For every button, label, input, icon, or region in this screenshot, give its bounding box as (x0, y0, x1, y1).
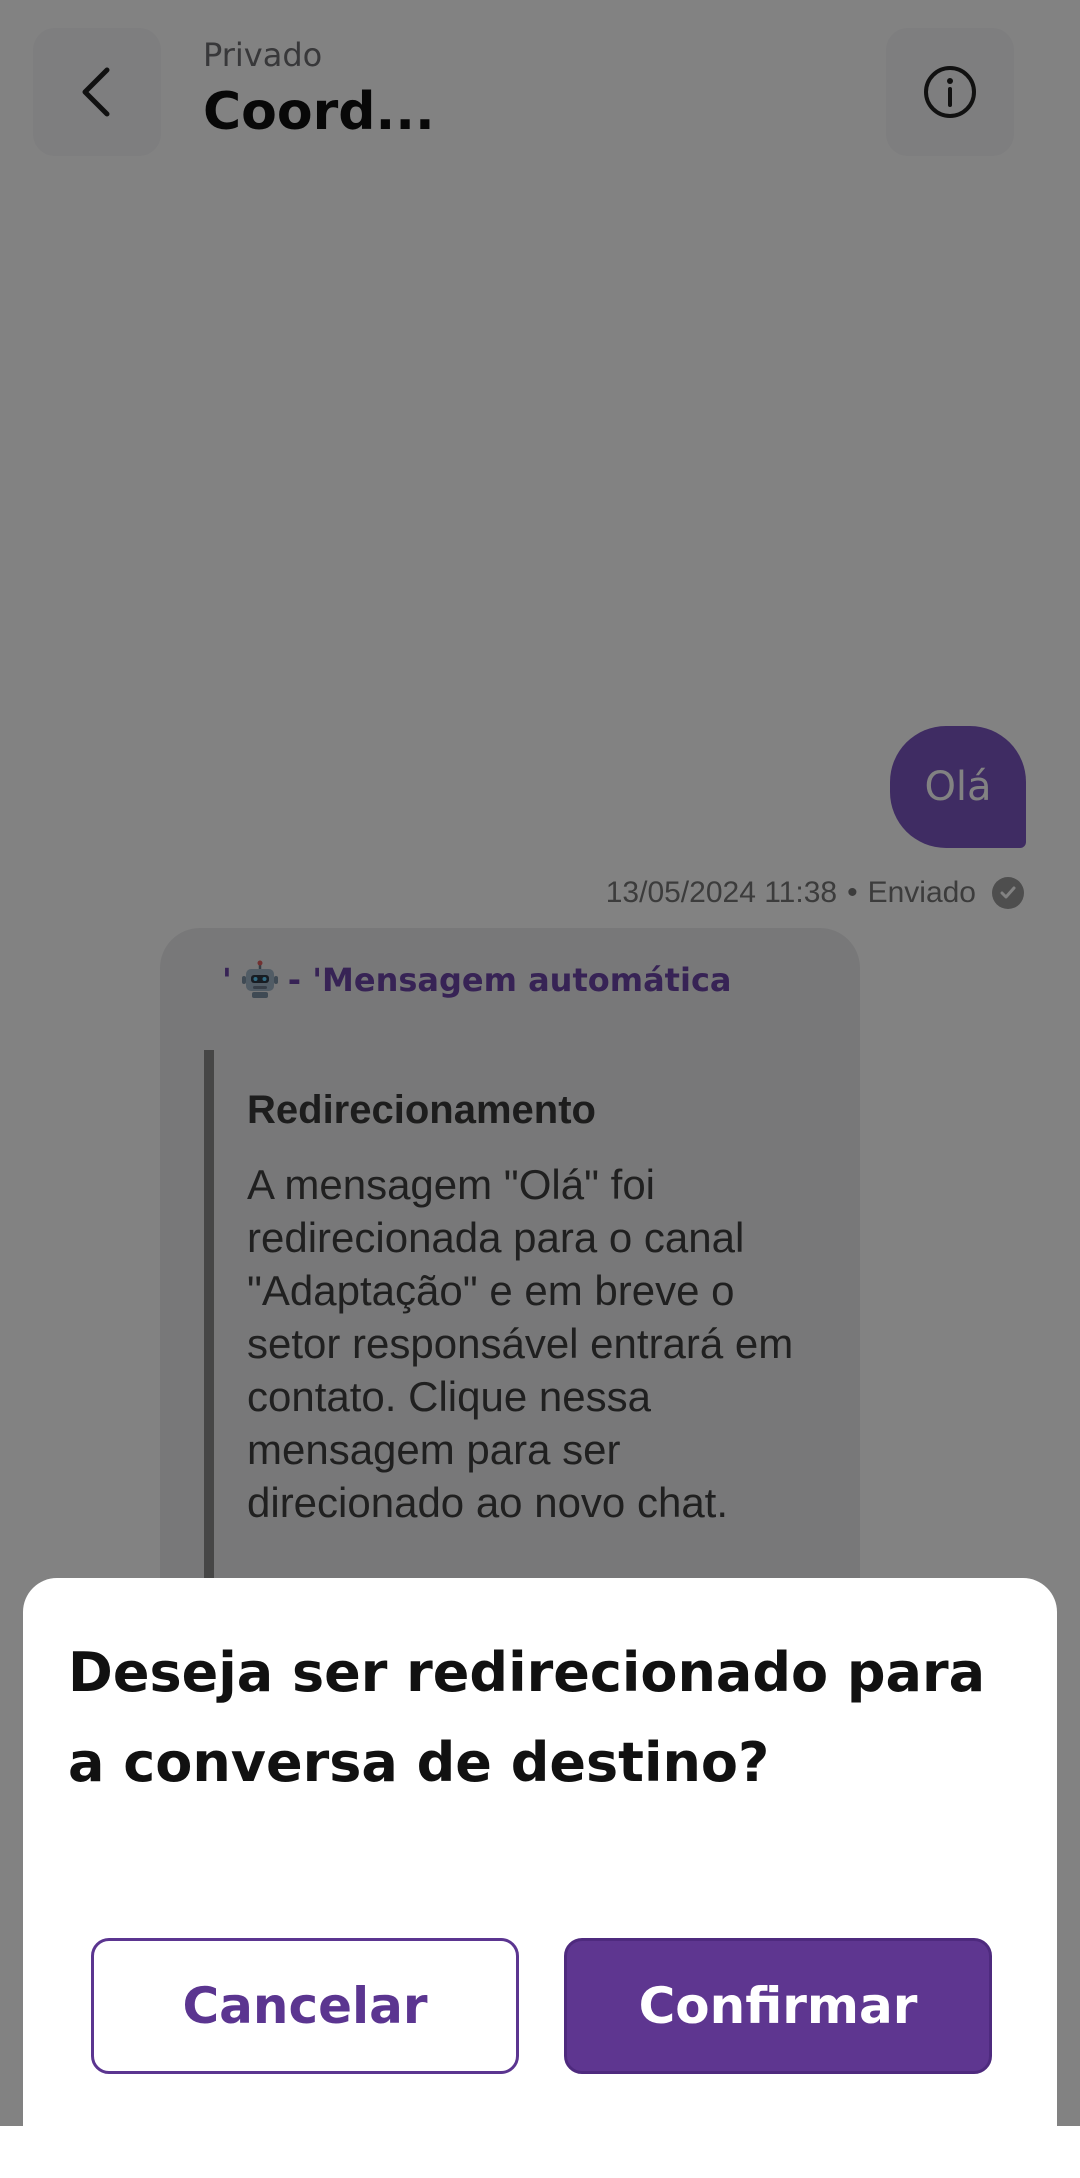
cancel-button[interactable]: Cancelar (91, 1938, 519, 2074)
chat-screen: Privado Coord... Olá 13/05/2024 11:38 • … (0, 0, 1080, 2178)
confirm-button[interactable]: Confirmar (564, 1938, 992, 2074)
dialog-question: Deseja ser redirecionado para a conversa… (68, 1641, 986, 1794)
